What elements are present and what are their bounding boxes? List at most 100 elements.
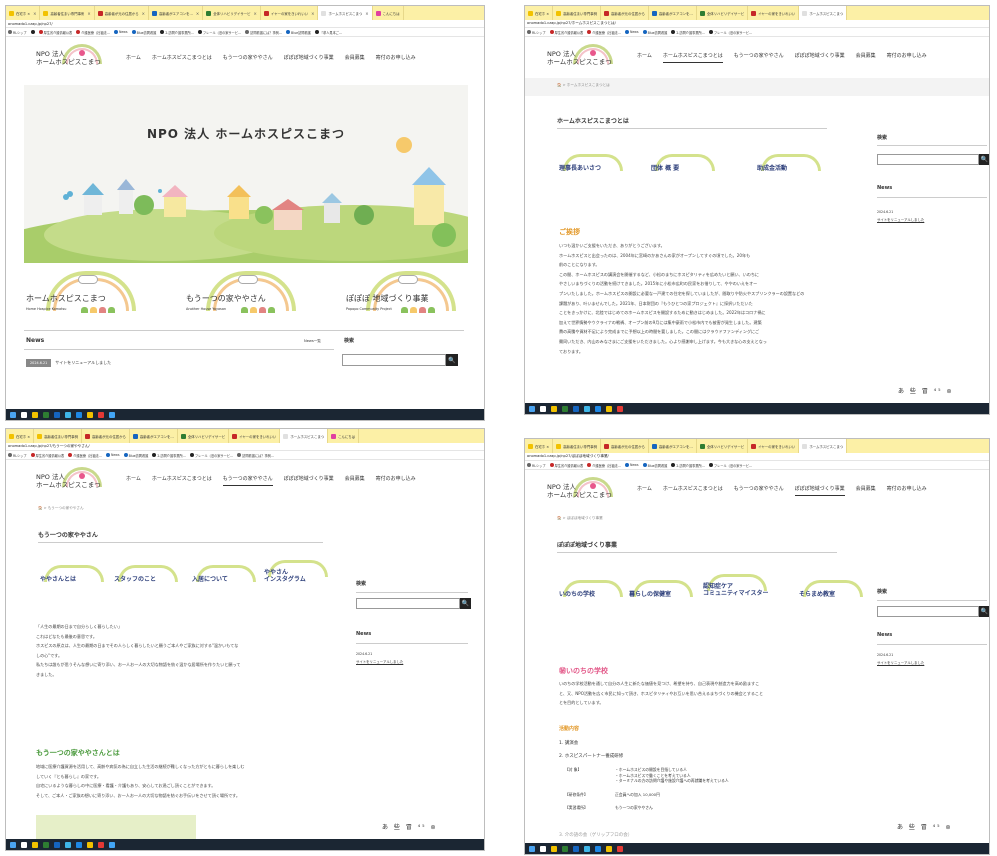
- mail-icon[interactable]: [76, 841, 82, 848]
- search-input[interactable]: [356, 598, 460, 609]
- search-button[interactable]: 🔍: [460, 598, 471, 609]
- nav-item-about[interactable]: ホームホスピスこまつとは: [662, 52, 723, 63]
- browser-tab[interactable]: 高齢者が元の住居から: [601, 439, 649, 453]
- bookmark[interactable]: 厚生省介護情報公表: [30, 453, 64, 458]
- nav-item-yaya[interactable]: もう一つの家ややさん: [222, 475, 273, 486]
- bookmark[interactable]: 2.訪問介護事業所…: [152, 453, 186, 458]
- news-link[interactable]: サイトをリニューアルしました: [877, 660, 924, 665]
- soramame-button[interactable]: そらまめ教室: [799, 580, 863, 600]
- browser-tab[interactable]: 在宅ホ ×: [525, 6, 554, 20]
- bookmark[interactable]: Blue訪問看護: [123, 453, 148, 458]
- edge-icon[interactable]: [584, 405, 590, 412]
- nav-item-home[interactable]: ホーム: [126, 54, 141, 61]
- address-bar[interactable]: onomado1.czap.jp/np27/: [6, 20, 484, 28]
- nav-item-about[interactable]: ホームホスピスこまつとは: [152, 54, 212, 61]
- browser-icon[interactable]: [573, 405, 579, 412]
- search-icon[interactable]: [21, 841, 27, 848]
- mail-icon[interactable]: [76, 411, 82, 418]
- close-icon[interactable]: ×: [87, 11, 90, 16]
- bookmark[interactable]: 2.訪問介護事業所…: [160, 30, 194, 35]
- bookmark[interactable]: フレール（旧の家サービ…: [197, 30, 241, 35]
- edge-icon[interactable]: [65, 411, 71, 418]
- nav-item-yaya[interactable]: もう一つの家ややさん: [734, 52, 784, 63]
- browser-tab[interactable]: 高齢者が元の住居から: [82, 429, 130, 443]
- edge-icon[interactable]: [584, 845, 590, 852]
- news-item[interactable]: 2024.6.21 サイトをリニューアルしました: [26, 359, 111, 367]
- photos-icon[interactable]: [109, 841, 115, 848]
- search-button[interactable]: 🔍: [446, 354, 458, 366]
- browser-tab[interactable]: 高齢者が元の住居から: [601, 6, 649, 20]
- bookmark[interactable]: [30, 30, 35, 34]
- bookmark[interactable]: RLシップ: [8, 30, 27, 35]
- list-item[interactable]: 3. 介の語の会（ゲリップフロの会）: [559, 832, 632, 838]
- excel-icon[interactable]: [562, 845, 568, 852]
- browser-tab-active[interactable]: ホームホスピスこまつ ×: [318, 6, 373, 20]
- mail-icon[interactable]: [595, 405, 601, 412]
- browser-tab[interactable]: イヤーの家をきいれいい: [229, 429, 281, 443]
- close-icon[interactable]: ×: [254, 11, 257, 16]
- nav-item-donate[interactable]: 寄付のお申し込み: [887, 52, 927, 63]
- store-icon[interactable]: [87, 411, 93, 418]
- search-input[interactable]: [877, 154, 979, 165]
- explorer-icon[interactable]: [551, 405, 557, 412]
- explorer-icon[interactable]: [32, 411, 38, 418]
- store-icon[interactable]: [87, 841, 93, 848]
- browser-tab[interactable]: 高齢者住まい専門事例: [553, 6, 601, 20]
- bookmark[interactable]: RLシップ: [527, 30, 546, 35]
- bookmark[interactable]: 介護医療（社福法…: [587, 463, 621, 468]
- nav-item-members[interactable]: 会員募集: [856, 52, 876, 63]
- close-icon[interactable]: ×: [365, 11, 368, 16]
- browser-tab-active[interactable]: ホームホスピスこまつ: [799, 439, 848, 453]
- grant-button[interactable]: 助成金活動: [757, 154, 837, 174]
- search-icon[interactable]: [21, 411, 27, 418]
- nav-item-about[interactable]: ホームホスピスこまつとは: [152, 475, 212, 486]
- bookmark[interactable]: RLシップ: [8, 453, 27, 458]
- site-logo[interactable]: NPO 法人 ホームホスピスこまつ: [547, 44, 619, 70]
- bookmark[interactable]: News: [113, 30, 128, 34]
- ime-toolbar[interactable]: あ 些 冒 ⁴⁵ ⊚: [897, 822, 952, 831]
- browser-tab[interactable]: 高齢者がエアコンを…: [649, 6, 697, 20]
- browser-tab-active[interactable]: ホームホスピスこまつ: [280, 429, 329, 443]
- browser-tab[interactable]: 高齢者住まい専門事例: [553, 439, 601, 453]
- browser-tab[interactable]: 在宅ホ × ×: [6, 6, 41, 20]
- news-link[interactable]: サイトをリニューアルしました: [877, 217, 924, 222]
- rainbow-card-hospice[interactable]: ホームホスピスこまつ Home Hospice Komatsu: [26, 269, 146, 324]
- start-icon[interactable]: [529, 845, 535, 852]
- bookmark[interactable]: 訪問看護には？事例…: [237, 453, 274, 458]
- excel-icon[interactable]: [43, 841, 49, 848]
- nav-item-members[interactable]: 会員募集: [856, 485, 876, 496]
- bookmark[interactable]: 介護医療（社福法…: [76, 30, 110, 35]
- browser-tab[interactable]: 在宅ホ ×: [525, 439, 554, 453]
- bookmark[interactable]: Blue訪問看護: [131, 30, 156, 35]
- browser-tab[interactable]: 高齢者がエアコンを…: [130, 429, 178, 443]
- nav-item-home[interactable]: ホーム: [637, 485, 652, 496]
- browser-tab[interactable]: イヤーの家をきいれいい: [748, 439, 800, 453]
- rainbow-card-yaya[interactable]: もうーつの家ややさん Another House Yayasan: [186, 269, 306, 324]
- nav-item-members[interactable]: 会員募集: [345, 475, 365, 486]
- browser-tab[interactable]: 在宅ホ ×: [6, 429, 35, 443]
- photos-icon[interactable]: [109, 411, 115, 418]
- search-button[interactable]: 🔍: [979, 606, 989, 617]
- browser-icon[interactable]: [54, 841, 60, 848]
- bookmark[interactable]: フレール（旧の家サービ…: [189, 453, 233, 458]
- bookmark[interactable]: 2.訪問介護事業所…: [671, 463, 705, 468]
- close-icon[interactable]: ×: [142, 11, 145, 16]
- bookmark[interactable]: 訪問看護には？事例…: [245, 30, 282, 35]
- search-icon[interactable]: [540, 845, 546, 852]
- rainbow-card-popo[interactable]: ぽぽぽ 地域づくり事業 Popopo Community Project: [346, 269, 466, 324]
- edge-icon[interactable]: [65, 841, 71, 848]
- breadcrumb[interactable]: 🏠 > ぽぽぽ地域づくり事業: [557, 516, 603, 521]
- bookmark[interactable]: 介護医療（社福法…: [68, 453, 102, 458]
- inochi-school-button[interactable]: いのちの学校: [559, 580, 623, 600]
- list-item[interactable]: 1. 講演会: [559, 740, 578, 746]
- bookmark[interactable]: Blue訪問看護: [642, 30, 667, 35]
- bookmark[interactable]: News: [624, 463, 639, 467]
- close-icon[interactable]: ×: [311, 11, 314, 16]
- bookmark[interactable]: 厚生省介護情報公表: [549, 463, 583, 468]
- chrome-icon[interactable]: [617, 405, 623, 412]
- search-icon[interactable]: [540, 405, 546, 412]
- start-icon[interactable]: [529, 405, 535, 412]
- overview-button[interactable]: 団体 概 要: [651, 154, 731, 174]
- close-icon[interactable]: ×: [33, 11, 36, 16]
- search-button[interactable]: 🔍: [979, 154, 989, 165]
